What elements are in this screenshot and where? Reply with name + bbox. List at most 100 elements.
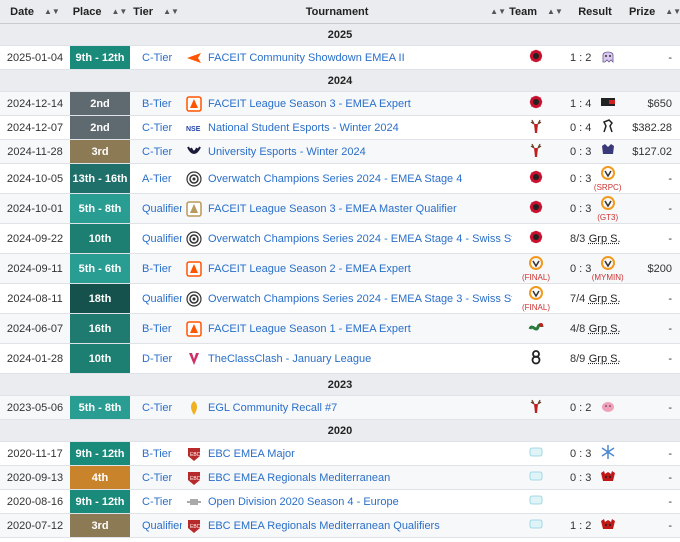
- team-red-icon[interactable]: [528, 229, 544, 248]
- ebc-icon[interactable]: EBC: [186, 446, 202, 462]
- ocs-icon[interactable]: [186, 291, 202, 307]
- tournament-link[interactable]: EGL Community Recall #7: [208, 402, 337, 414]
- crest-icon[interactable]: [600, 142, 616, 161]
- faceit-league-icon[interactable]: [186, 261, 202, 277]
- sort-icon[interactable]: ▲▼: [163, 7, 179, 16]
- sort-icon[interactable]: ▲▼: [44, 7, 60, 16]
- ocs-icon[interactable]: [186, 231, 202, 247]
- tournament-link[interactable]: EBC EMEA Regionals Mediterranean: [208, 472, 390, 484]
- column-header-team[interactable]: Team ▲▼: [512, 0, 560, 24]
- overwatch-icon[interactable]: [600, 165, 616, 184]
- sort-icon[interactable]: ▲▼: [111, 7, 127, 16]
- tournament-link[interactable]: Open Division 2020 Season 4 - Europe: [208, 496, 399, 508]
- tier-link[interactable]: Qualifier: [130, 224, 182, 254]
- tournament-link[interactable]: FACEIT Community Showdown EMEA II: [208, 52, 405, 64]
- team-red-icon[interactable]: [528, 48, 544, 67]
- prize-cell: -: [630, 46, 680, 70]
- team-stag-icon[interactable]: [528, 142, 544, 161]
- results-body: 2025 2025-01-04 9th - 12th C-Tier FACEIT Com…: [0, 24, 680, 538]
- tournament-link[interactable]: Overwatch Champions Series 2024 - EMEA S…: [208, 293, 512, 305]
- tournament-link[interactable]: Overwatch Champions Series 2024 - EMEA S…: [208, 233, 512, 245]
- ebc-icon[interactable]: EBC: [186, 470, 202, 486]
- team-cell: [512, 140, 560, 164]
- tier-link[interactable]: C-Tier: [130, 140, 182, 164]
- column-header-tier[interactable]: Tier ▲▼: [130, 0, 182, 24]
- snake-icon[interactable]: [528, 319, 544, 338]
- sort-icon[interactable]: ▲▼: [490, 7, 506, 16]
- team-stag-icon[interactable]: [528, 118, 544, 137]
- tier-link[interactable]: A-Tier: [130, 164, 182, 194]
- tournament-link[interactable]: University Esports - Winter 2024: [208, 146, 366, 158]
- placeholder-icon[interactable]: [528, 492, 544, 511]
- tier-link[interactable]: B-Tier: [130, 442, 182, 466]
- group-stage-label: Grp S.: [589, 323, 621, 335]
- column-header-date[interactable]: Date ▲▼: [0, 0, 70, 24]
- faceit-league-icon[interactable]: [186, 96, 202, 112]
- tier-link[interactable]: Qualifier: [130, 194, 182, 224]
- sort-icon[interactable]: ▲▼: [547, 7, 563, 16]
- placeholder-icon[interactable]: [528, 468, 544, 487]
- tier-link[interactable]: C-Tier: [130, 396, 182, 420]
- year-label: 2020: [0, 420, 680, 442]
- tournament-link[interactable]: Overwatch Champions Series 2024 - EMEA S…: [208, 173, 462, 185]
- tier-link[interactable]: C-Tier: [130, 490, 182, 514]
- tier-link[interactable]: Qualifier: [130, 284, 182, 314]
- team-stag-icon[interactable]: [528, 398, 544, 417]
- tournament-cell: FACEIT League Season 3 - EMEA Expert: [182, 92, 512, 116]
- ocs-icon[interactable]: [186, 171, 202, 187]
- classclash-icon[interactable]: [186, 351, 202, 367]
- opponent: Grp S.: [585, 323, 624, 335]
- place-cell: 3rd: [70, 140, 130, 164]
- nse-icon[interactable]: NSE: [186, 120, 202, 136]
- tournament-link[interactable]: EBC EMEA Major: [208, 448, 295, 460]
- placeholder-icon[interactable]: [528, 444, 544, 463]
- team-red-icon[interactable]: [528, 199, 544, 218]
- team-logo-icon[interactable]: [600, 94, 616, 113]
- horse-icon[interactable]: [600, 118, 616, 137]
- overwatch-icon[interactable]: [600, 195, 616, 214]
- table-row: 2024-10-05 13th - 16th A-Tier Overwatch Cha…: [0, 164, 680, 194]
- tier-link[interactable]: C-Tier: [130, 116, 182, 140]
- university-esports-icon[interactable]: [186, 144, 202, 160]
- place-cell: 9th - 12th: [70, 46, 130, 70]
- egl-icon[interactable]: [186, 400, 202, 416]
- faceit-icon[interactable]: [186, 50, 202, 66]
- tier-link[interactable]: Qualifier: [130, 514, 182, 538]
- ghost-icon[interactable]: [600, 48, 616, 67]
- tournament-link[interactable]: TheClassClash - January League: [208, 353, 371, 365]
- results-table: Date ▲▼ Place ▲▼ Tier ▲▼ Tournament ▲▼ Team ▲…: [0, 0, 680, 538]
- open-division-icon[interactable]: [186, 494, 202, 510]
- pig-icon[interactable]: [600, 398, 616, 417]
- tournament-link[interactable]: FACEIT League Season 1 - EMEA Expert: [208, 323, 411, 335]
- snowflake-icon[interactable]: [600, 444, 616, 463]
- eight-icon[interactable]: [528, 349, 544, 368]
- faceit-league-gold-icon[interactable]: [186, 201, 202, 217]
- sort-icon[interactable]: ▲▼: [665, 7, 680, 16]
- tournament-link[interactable]: FACEIT League Season 3 - EMEA Master Qua…: [208, 203, 457, 215]
- tier-link[interactable]: D-Tier: [130, 344, 182, 374]
- demon-icon[interactable]: [600, 516, 616, 535]
- tournament-link[interactable]: EBC EMEA Regionals Mediterranean Qualifi…: [208, 520, 440, 532]
- overwatch-icon[interactable]: [600, 255, 616, 274]
- faceit-league-icon[interactable]: [186, 321, 202, 337]
- tournament-link[interactable]: FACEIT League Season 3 - EMEA Expert: [208, 98, 411, 110]
- opponent: [591, 398, 624, 417]
- tier-link[interactable]: C-Tier: [130, 466, 182, 490]
- tournament-link[interactable]: FACEIT League Season 2 - EMEA Expert: [208, 263, 411, 275]
- overwatch-icon[interactable]: [528, 255, 544, 274]
- tier-link[interactable]: B-Tier: [130, 314, 182, 344]
- ebc-icon[interactable]: EBC: [186, 518, 202, 534]
- tier-link[interactable]: C-Tier: [130, 46, 182, 70]
- team-red-icon[interactable]: [528, 94, 544, 113]
- demon-icon[interactable]: [600, 468, 616, 487]
- result-cell: 8/9 Grp S.: [560, 344, 630, 374]
- column-header-place[interactable]: Place ▲▼: [70, 0, 130, 24]
- placeholder-icon[interactable]: [528, 516, 544, 535]
- tournament-link[interactable]: National Student Esports - Winter 2024: [208, 122, 399, 134]
- tier-link[interactable]: B-Tier: [130, 92, 182, 116]
- tier-link[interactable]: B-Tier: [130, 254, 182, 284]
- column-header-tournament[interactable]: Tournament ▲▼: [182, 0, 512, 24]
- column-header-prize[interactable]: Prize ▲▼: [630, 0, 680, 24]
- team-red-icon[interactable]: [528, 169, 544, 188]
- overwatch-icon[interactable]: [528, 285, 544, 304]
